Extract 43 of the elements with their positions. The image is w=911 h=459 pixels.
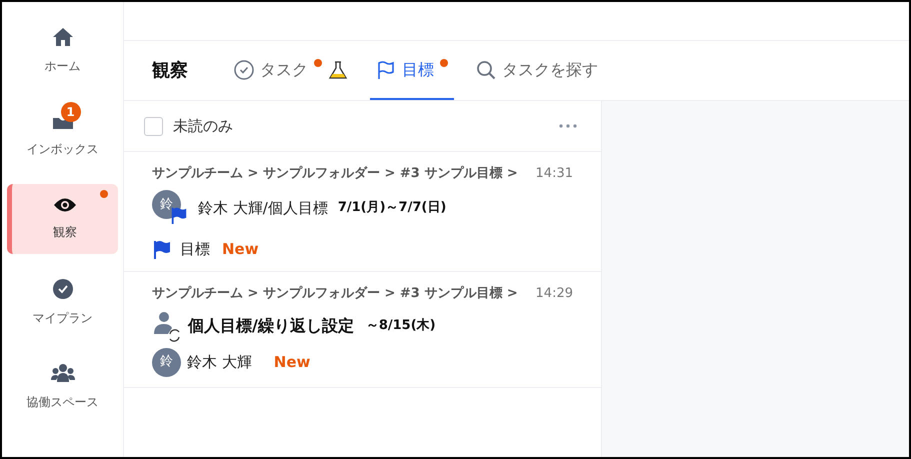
nav-label: インボックス [26, 141, 98, 158]
people-icon [50, 363, 74, 383]
checkbox-label: 未読のみ [173, 116, 233, 137]
eye-icon [53, 197, 77, 213]
check-circle-icon [52, 279, 72, 299]
goal-title: 個人目標/繰り返し設定 [188, 314, 354, 336]
goal-title: 鈴木 大輝/個人目標 [198, 198, 328, 219]
avatar: 鈴 [152, 348, 181, 376]
nav-item[interactable]: マイプラン [7, 268, 118, 338]
nav-label: ホーム [44, 58, 80, 75]
count-badge: 1 [60, 102, 80, 122]
tab[interactable]: タスクを探す [470, 41, 604, 100]
notification-card[interactable]: サンプルチーム > サンプルフォルダー > #3 サンプル目標 > 14:29 個人目標/繰り返し設定 ～8/15(木) 鈴 鈴木 大輝 New [124, 272, 601, 388]
tab[interactable]: 目標 [370, 41, 454, 100]
checkbox[interactable] [144, 116, 163, 136]
nav-item[interactable]: 1 インボックス [7, 100, 118, 170]
date-range: ～8/15(木) [366, 316, 436, 335]
breadcrumb: サンプルチーム > サンプルフォルダー > #3 サンプル目標 > [152, 164, 519, 183]
avatar: 鈴 [152, 190, 181, 219]
nav-item[interactable]: ホーム [7, 16, 118, 86]
more-icon[interactable] [559, 124, 577, 128]
new-label: New [222, 239, 259, 260]
page-title: 観察 [152, 59, 188, 83]
new-label: New [274, 352, 310, 373]
nav-label: マイプラン [32, 310, 92, 327]
person-repeat-icon [152, 310, 182, 342]
nav-label: 観察 [53, 224, 77, 241]
nav-item[interactable]: 協働スペース [7, 352, 118, 422]
goal-label: 目標 [180, 239, 210, 260]
flag-icon [152, 239, 172, 260]
timestamp: 14:31 [536, 165, 573, 183]
tab[interactable]: タスク [228, 41, 354, 100]
flag-icon [376, 60, 396, 80]
check-circle-icon [234, 60, 254, 80]
search-icon [476, 60, 496, 80]
home-icon [52, 27, 74, 47]
nav-item[interactable]: 観察 [7, 184, 118, 254]
notification-card[interactable]: サンプルチーム > サンプルフォルダー > #3 サンプル目標 > 14:31 鈴 鈴木 大輝/個人目標 7/1(月)～7/7(日) 目標 New [124, 152, 601, 272]
nav-label: 協働スペース [26, 394, 98, 411]
breadcrumb: サンプルチーム > サンプルフォルダー > #3 サンプル目標 > [152, 284, 519, 302]
author-name: 鈴木 大輝 [187, 352, 252, 373]
timestamp: 14:29 [536, 284, 573, 302]
date-range: 7/1(月)～7/7(日) [338, 199, 446, 218]
